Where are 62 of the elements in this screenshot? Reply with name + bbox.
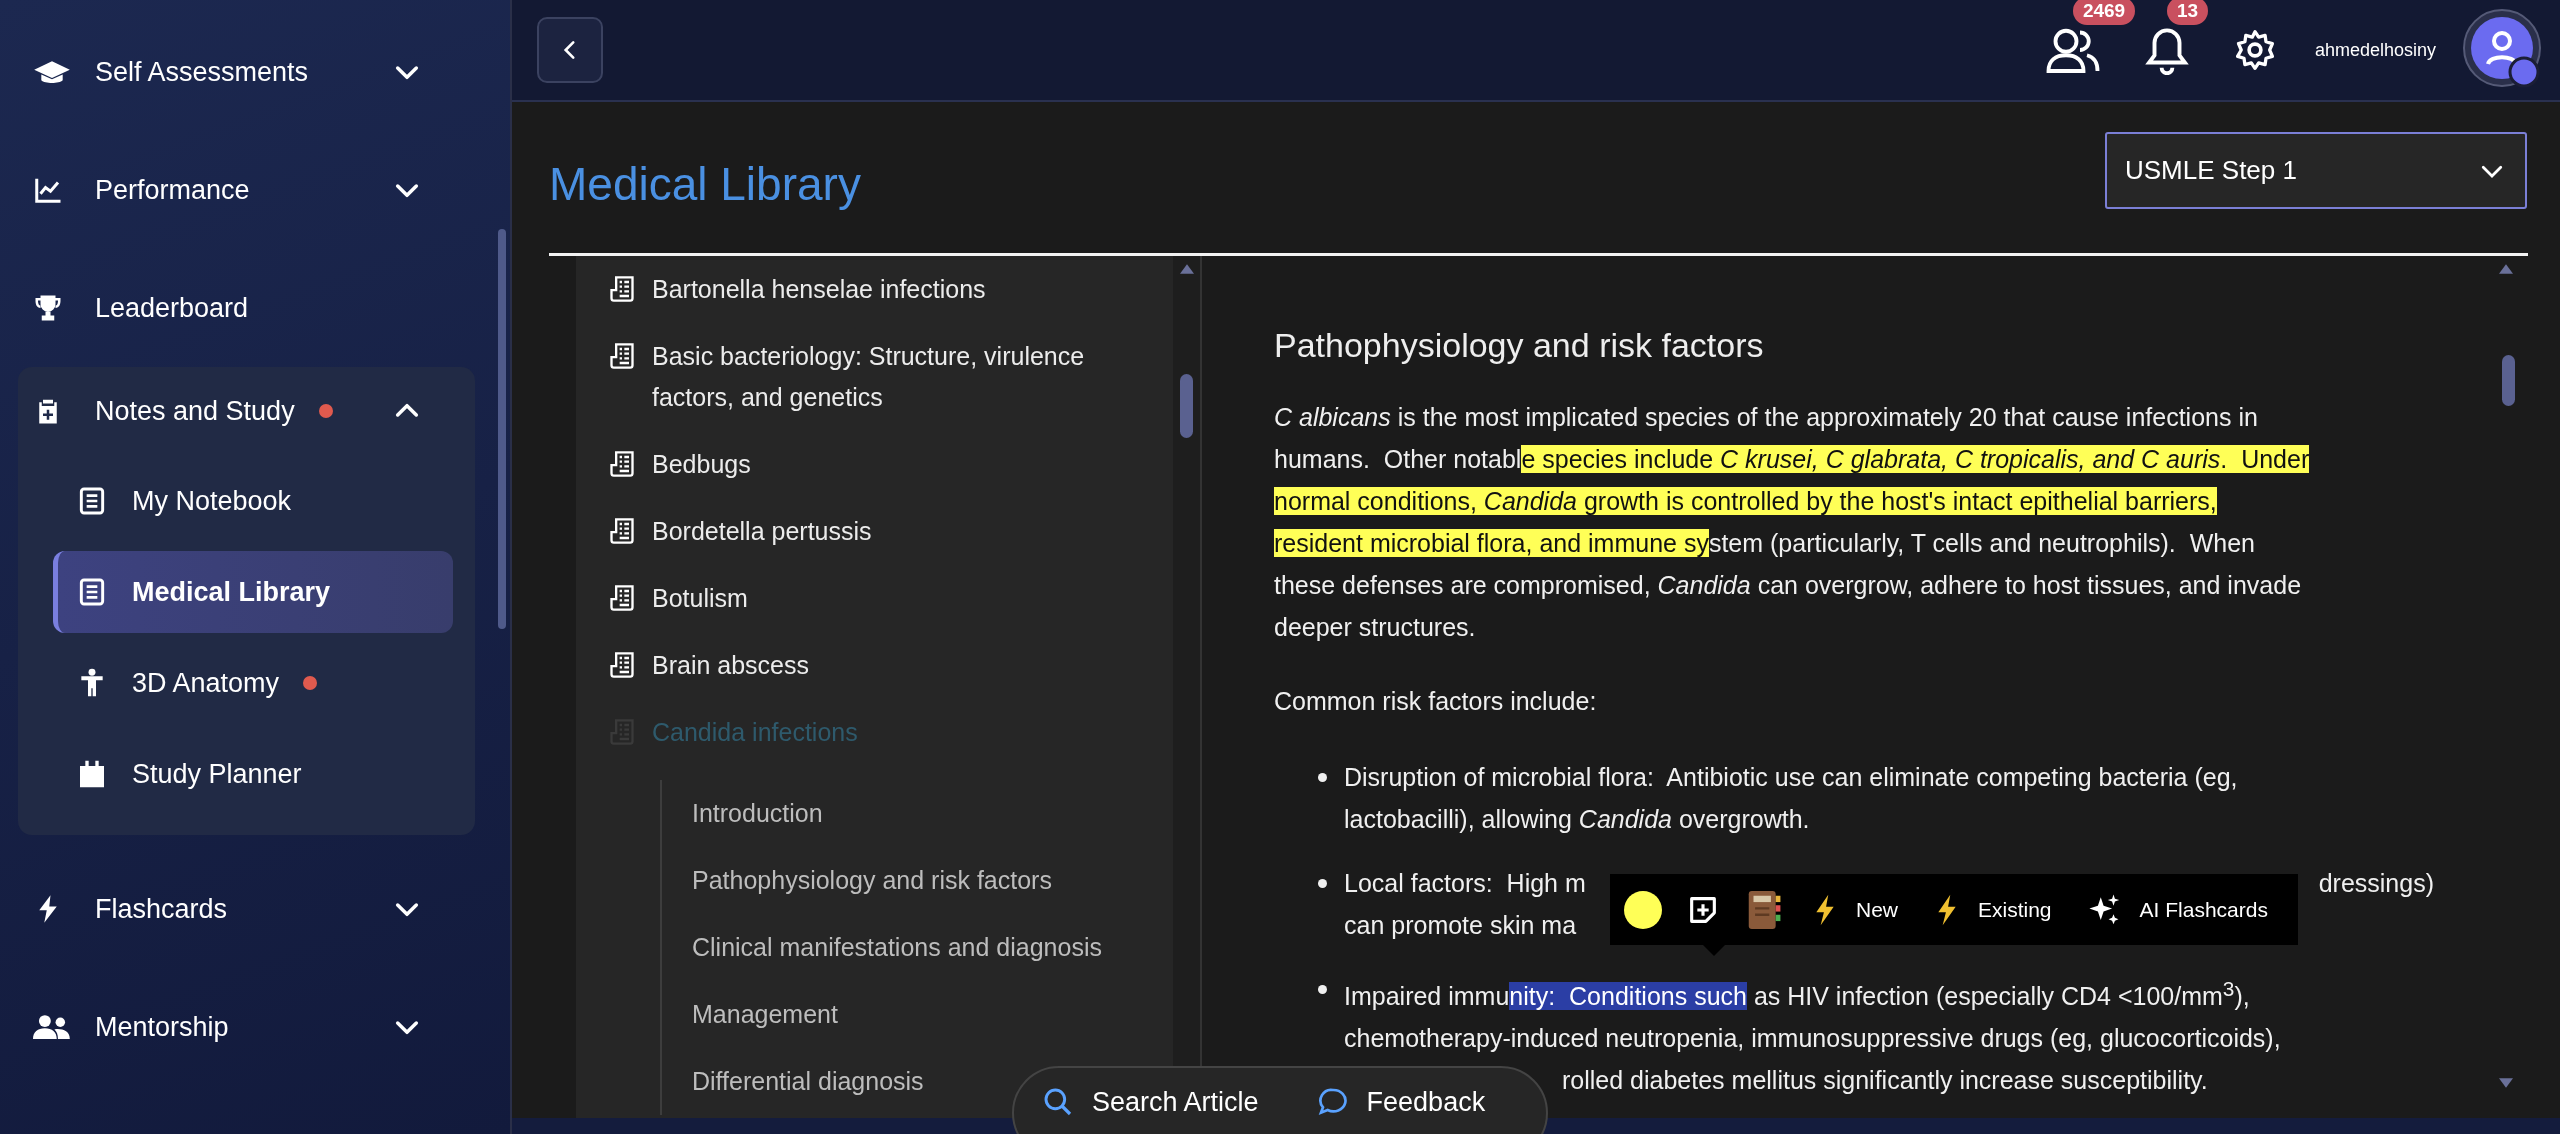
topic-item[interactable]: Brain abscess xyxy=(576,632,1173,699)
users-icon xyxy=(33,1012,71,1042)
list-intro: Common risk factors include: xyxy=(1274,686,1598,717)
document-icon xyxy=(608,517,636,545)
scroll-up-icon[interactable] xyxy=(1180,264,1194,274)
bullet-text: rolled diabetes mellitus significantly increase susceptibility. xyxy=(1562,1065,2208,1097)
nav-item[interactable]: Leaderboard xyxy=(0,249,495,367)
bullet-text: dressings) xyxy=(2318,868,2434,899)
topic-item[interactable]: Basic bacteriology: Structure, virulence factors, and genetics xyxy=(576,323,1173,431)
bullet-icon xyxy=(1318,773,1327,782)
document-icon xyxy=(608,584,636,612)
count-badge: 13 xyxy=(2166,0,2209,25)
topic-item[interactable]: Bedbugs xyxy=(576,431,1173,498)
nav-subitem[interactable]: My Notebook xyxy=(53,460,453,542)
search-article-button[interactable]: Search Article xyxy=(1038,1082,1263,1122)
bullet-text: Disruption of microbial flora: Antibiotic use can eliminate competing bacteria (eg, lactobacilli), allowing Candida overgrowth. xyxy=(1344,762,2238,835)
scroll-up-icon[interactable] xyxy=(2499,264,2513,274)
topic-item[interactable]: Bordetella pertussis xyxy=(576,498,1173,565)
scrollbar-thumb[interactable] xyxy=(1180,374,1193,438)
bullet-text: Impaired immunity: Conditions such as HIV infection (especially CD4 <100/mm$^{3}$), xyxy=(1344,976,2250,1013)
nav-subitem[interactable]: Study Planner xyxy=(53,733,453,815)
section-link[interactable]: Introduction xyxy=(692,780,823,847)
section-link[interactable]: Management xyxy=(692,981,838,1048)
document-icon xyxy=(608,450,636,478)
notification-dot xyxy=(318,404,333,418)
nav-subitem[interactable]: Medical Library xyxy=(53,551,453,633)
feedback-button[interactable]: Feedback xyxy=(1312,1082,1490,1122)
bullet-icon xyxy=(1318,879,1327,888)
bullet-text: Local factors: High m xyxy=(1344,868,1586,899)
nav-item[interactable]: Flashcards xyxy=(0,850,495,968)
document-icon xyxy=(608,342,636,370)
topic-item[interactable]: Botulism xyxy=(576,565,1173,632)
section-link[interactable]: Clinical manifestations and diagnosis xyxy=(692,914,1102,981)
search-icon xyxy=(1042,1086,1074,1118)
page-title: Medical Library xyxy=(549,156,861,211)
section-link[interactable]: Pathophysiology and risk factors xyxy=(692,847,1052,914)
bullet-icon xyxy=(1318,985,1327,994)
flashcard-button[interactable]: New xyxy=(1806,891,1904,928)
section-link[interactable]: Differential diagnosis xyxy=(692,1048,924,1115)
nav-item[interactable]: Self Assessments xyxy=(0,13,495,131)
count-badge: 2469 xyxy=(2072,0,2136,25)
scrollbar-thumb[interactable] xyxy=(2502,355,2515,406)
nav-subitem[interactable]: 3D Anatomy xyxy=(53,642,453,724)
document-icon xyxy=(608,651,636,679)
section-heading: Pathophysiology and risk factors xyxy=(1274,325,1765,366)
nav-item[interactable]: Performance xyxy=(0,131,495,249)
nav-item[interactable]: Notes and Study xyxy=(18,371,475,451)
nav-item[interactable]: Mentorship xyxy=(0,968,495,1086)
scrollbar-thumb[interactable] xyxy=(498,229,506,629)
scroll-down-icon[interactable] xyxy=(2499,1078,2513,1088)
ai-flashcards-button[interactable]: AI Flashcards xyxy=(2081,892,2274,927)
username[interactable]: ahmedelhosiny xyxy=(2314,39,2436,61)
bullet-text: chemotherapy-induced neutropenia, immunosuppressive drugs (eg, glucocorticoids), xyxy=(1344,1023,2281,1055)
flashcard-button[interactable]: Existing xyxy=(1928,891,2058,928)
highlight-color-swatch[interactable] xyxy=(1624,890,1662,929)
bullet-text: can promote skin ma xyxy=(1344,910,1577,941)
topic-item[interactable]: Bartonella henselae infections xyxy=(576,256,1173,323)
document-icon xyxy=(608,275,636,303)
trophy-icon xyxy=(33,293,63,323)
notification-dot xyxy=(303,676,318,690)
exam-dropdown[interactable]: USMLE Step 1 xyxy=(2105,132,2527,209)
speech-bubble-icon xyxy=(1316,1086,1349,1118)
